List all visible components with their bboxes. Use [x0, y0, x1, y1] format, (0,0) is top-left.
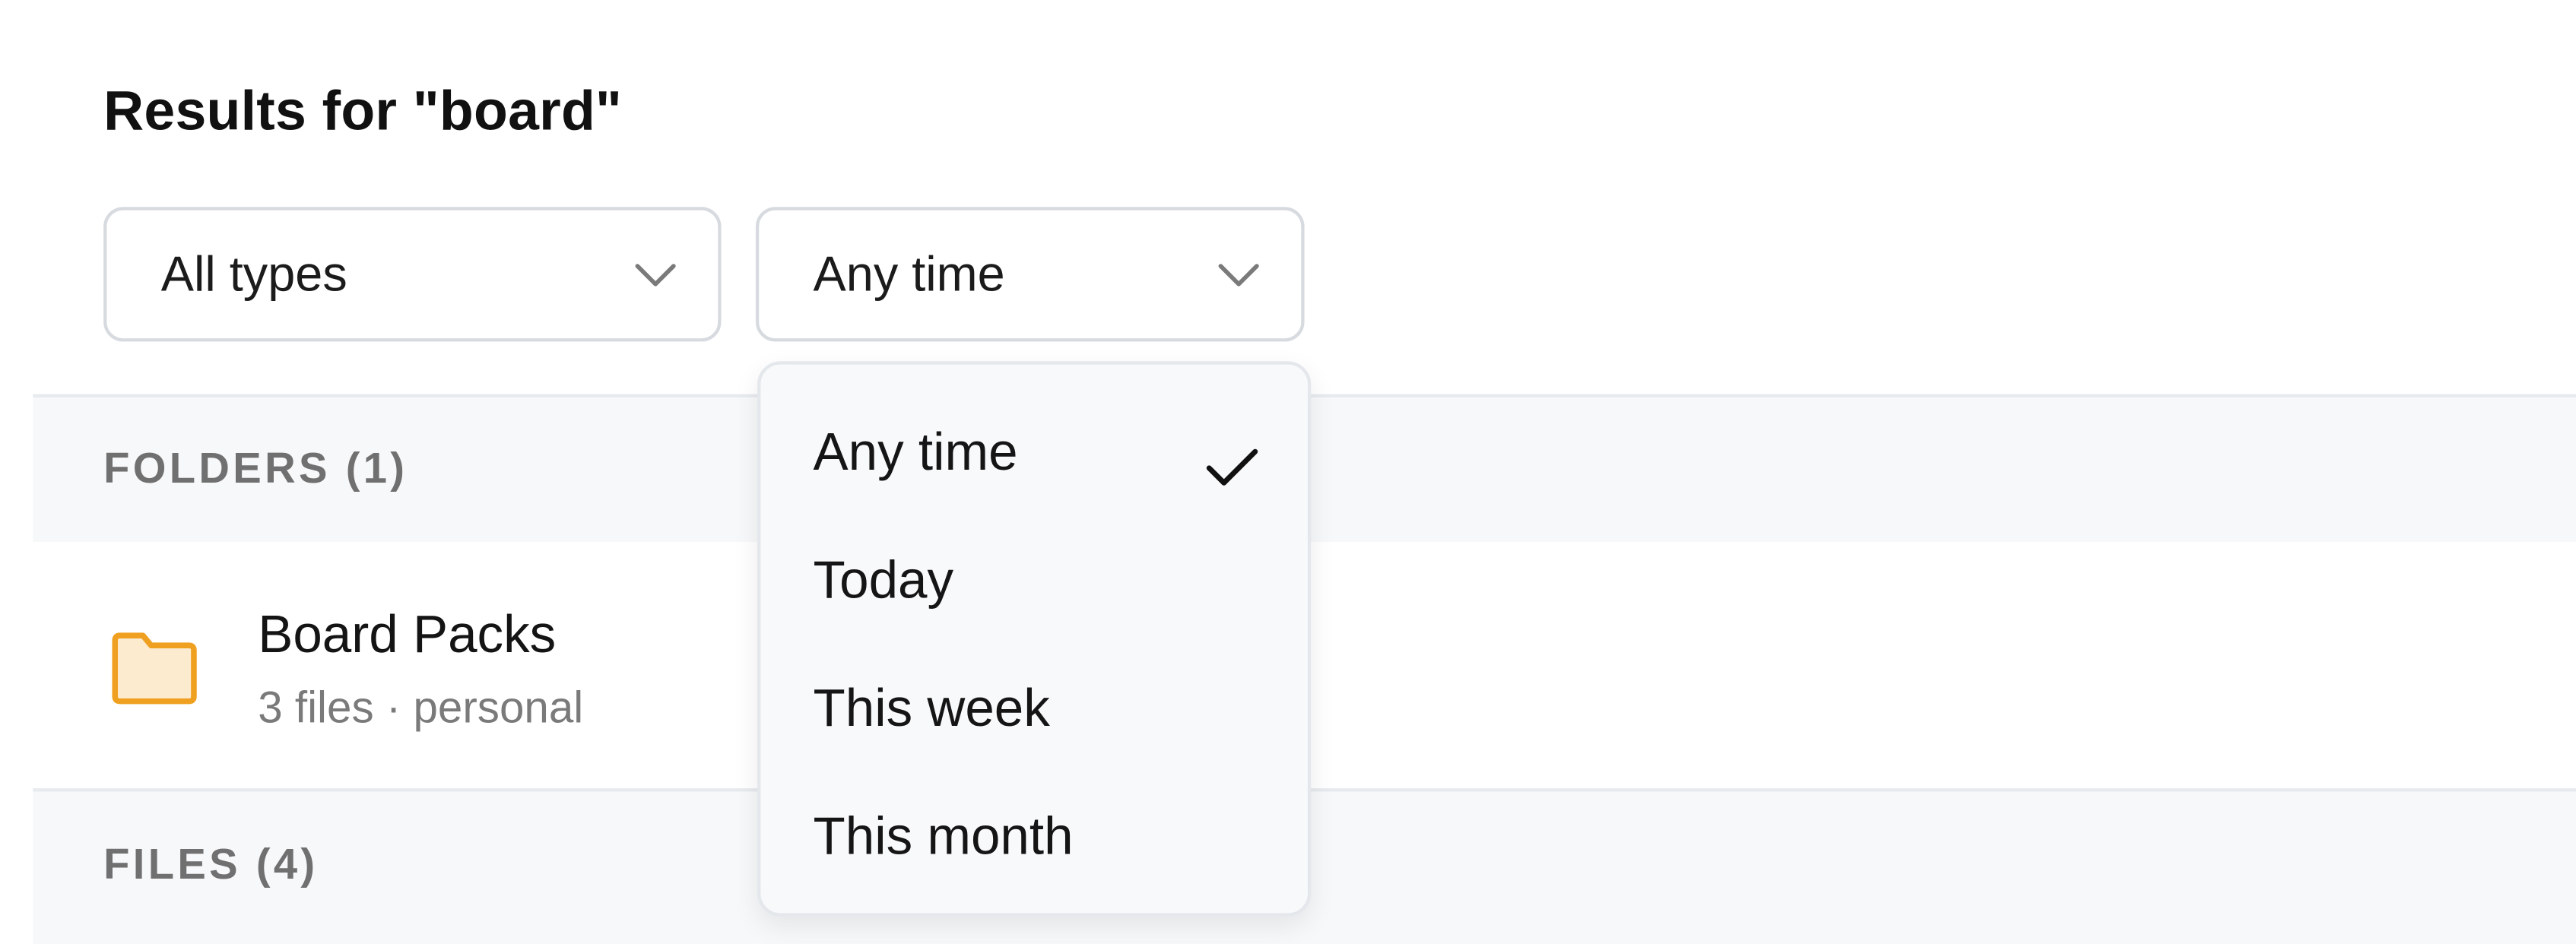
menu-option-this-month[interactable]: This month — [760, 772, 1308, 901]
time-filter-value: Any time — [813, 248, 1005, 303]
menu-option-label: Today — [813, 550, 954, 610]
menu-option-label: This month — [813, 806, 1074, 866]
menu-option-label: This week — [813, 678, 1050, 738]
search-results-page: Results for "board" All types Any time F… — [0, 0, 2576, 944]
time-filter-menu: Any time Today This week This month — [757, 361, 1312, 917]
menu-option-today[interactable]: Today — [760, 515, 1308, 644]
type-filter-dropdown[interactable]: All types — [103, 207, 722, 342]
time-filter-dropdown[interactable]: Any time — [755, 207, 1305, 342]
page-title: Results for "board" — [103, 80, 623, 143]
chevron-down-icon — [635, 264, 676, 287]
menu-option-label: Any time — [813, 422, 1018, 482]
folder-icon — [112, 632, 197, 705]
type-filter-value: All types — [160, 248, 347, 303]
folder-meta: 3 files · personal — [258, 683, 584, 733]
files-section-label: FILES (4) — [103, 839, 319, 889]
menu-option-this-week[interactable]: This week — [760, 644, 1308, 772]
folder-name: Board Packs — [258, 604, 557, 664]
folders-section-label: FOLDERS (1) — [103, 443, 408, 493]
check-icon — [1206, 448, 1258, 486]
menu-option-any-time[interactable]: Any time — [760, 388, 1308, 516]
chevron-down-icon — [1218, 264, 1259, 287]
